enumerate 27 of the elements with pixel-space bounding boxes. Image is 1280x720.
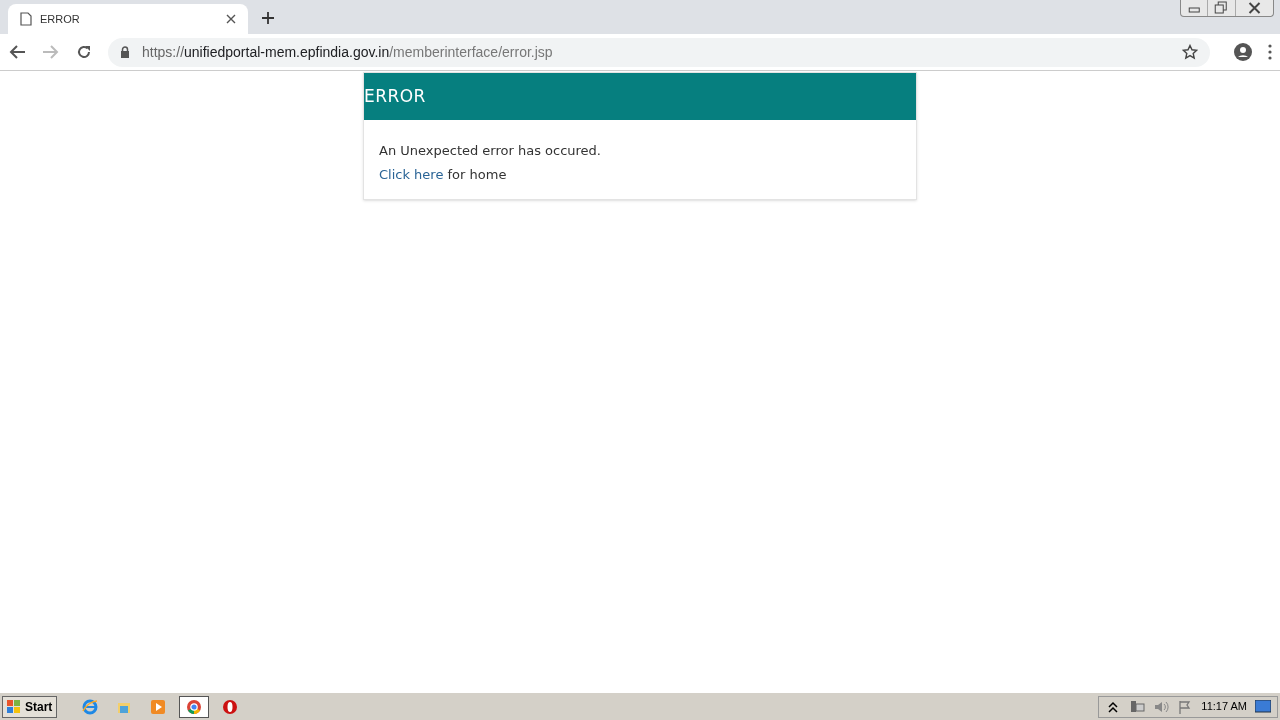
back-icon[interactable]: [8, 44, 26, 60]
new-tab-icon[interactable]: [262, 12, 274, 24]
browser-icon: [82, 698, 99, 715]
lock-icon: [120, 46, 130, 58]
show-desktop-icon[interactable]: [1255, 699, 1271, 714]
clock: 11:17 AM: [1201, 699, 1247, 715]
reload-icon[interactable]: [76, 44, 92, 60]
browser-tab[interactable]: ERROR: [8, 4, 248, 34]
error-message: An Unexpected error has occured.: [379, 142, 602, 160]
star-icon[interactable]: [1182, 44, 1198, 60]
page-icon: [20, 12, 32, 26]
card-title: ERROR: [364, 84, 426, 108]
network-icon[interactable]: [1129, 698, 1146, 715]
address-bar[interactable]: https://unifiedportal-mem.epfindia.gov.in/memberinterface/error.jsp: [108, 37, 1210, 67]
home-link[interactable]: Click here: [379, 167, 444, 182]
url-text: https://unifiedportal-mem.epfindia.gov.in/memberinterface/error.jsp: [142, 42, 554, 62]
start-button[interactable]: Start: [2, 695, 58, 718]
windows-logo-icon: [7, 699, 21, 714]
opera-icon: [222, 698, 239, 715]
media-player-icon: [150, 698, 167, 715]
menu-icon[interactable]: [1268, 44, 1272, 60]
home-link-text: for home: [447, 167, 507, 182]
taskbar-app-button[interactable]: [179, 695, 210, 718]
chrome-icon: [186, 698, 203, 715]
close-icon[interactable]: [226, 14, 236, 24]
tab-title: ERROR: [40, 11, 81, 27]
account-icon[interactable]: [1234, 43, 1252, 61]
